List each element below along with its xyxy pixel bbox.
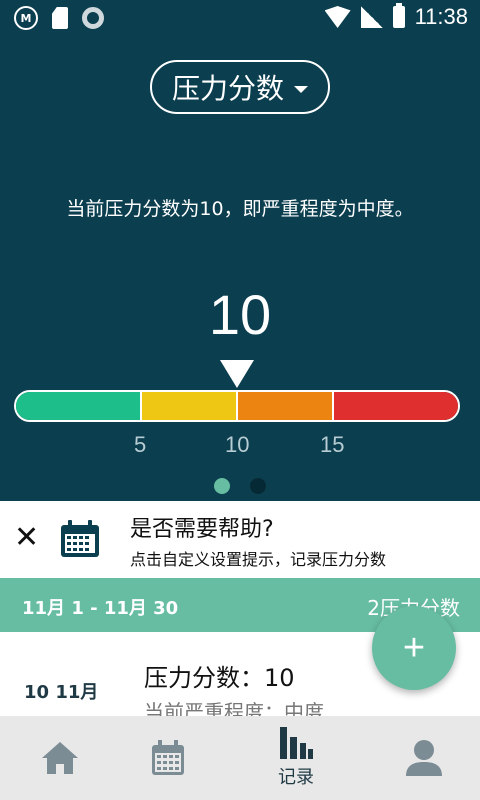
motorola-icon: M <box>14 6 38 30</box>
page-dot-active[interactable] <box>214 478 230 494</box>
plus-icon: + <box>402 627 426 669</box>
help-card[interactable]: ✕ 是否需要帮助? 点击自定义设置提示，记录压力分数 <box>0 501 480 578</box>
close-icon[interactable]: ✕ <box>14 523 39 553</box>
severity-segment-moderate <box>238 392 334 420</box>
help-subtitle: 点击自定义设置提示，记录压力分数 <box>130 550 387 569</box>
calendar-icon <box>61 520 99 557</box>
month-range: 11月 1 - 11月 30 <box>22 598 179 619</box>
home-icon <box>42 742 78 774</box>
clock: 11:38 <box>414 4 468 29</box>
bottom-nav: 记录 <box>0 716 480 800</box>
entry-title: 压力分数：10 <box>144 664 295 692</box>
nav-item-home[interactable] <box>0 716 120 800</box>
severity-scale <box>14 390 460 422</box>
nav-item-calendar[interactable] <box>108 716 228 800</box>
dropdown-label: 压力分数 <box>171 72 284 105</box>
chevron-down-icon <box>294 85 308 93</box>
nav-label-records: 记录 <box>278 767 314 788</box>
current-score: 10 <box>208 283 272 346</box>
add-record-button[interactable]: + <box>372 606 456 690</box>
score-panel: 压力分数 当前压力分数为10，即严重程度为中度。 10 5 10 15 <box>0 36 480 501</box>
nav-item-profile[interactable] <box>364 716 480 800</box>
score-summary: 当前压力分数为10，即严重程度为中度。 <box>66 198 414 220</box>
score-pointer-icon <box>220 360 254 388</box>
sd-card-icon <box>52 7 68 29</box>
page-dot[interactable] <box>250 478 266 494</box>
wifi-icon <box>324 6 351 28</box>
battery-icon <box>392 3 405 28</box>
entry-severity: 当前严重程度：中度 <box>144 700 324 716</box>
entry-date: 10 11月 <box>24 682 99 703</box>
person-icon <box>406 740 442 776</box>
severity-segment-severe <box>334 392 458 420</box>
score-type-dropdown[interactable]: 压力分数 <box>150 60 330 114</box>
scale-tick: 15 <box>320 432 345 457</box>
nav-item-records[interactable]: 记录 <box>236 716 356 800</box>
severity-segment-low <box>16 392 142 420</box>
status-bar: M 11:38 <box>0 0 480 36</box>
cell-signal-icon <box>360 6 383 28</box>
help-title: 是否需要帮助? <box>130 517 274 542</box>
severity-segment-mild <box>142 392 238 420</box>
page-indicator <box>214 478 266 494</box>
calendar-icon <box>152 740 184 775</box>
sync-ring-icon <box>82 7 104 29</box>
scale-tick: 10 <box>225 432 250 457</box>
bar-chart-icon <box>280 727 313 759</box>
scale-tick: 5 <box>134 432 147 457</box>
